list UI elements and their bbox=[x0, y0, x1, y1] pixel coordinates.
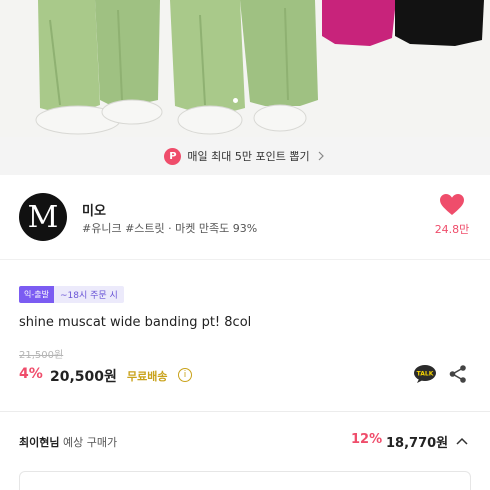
delivery-tag: 익-출발 bbox=[19, 286, 54, 303]
buyer-name: 최이현님 bbox=[19, 436, 60, 449]
discount-rate: 4% bbox=[19, 366, 43, 382]
expected-discount: 12% bbox=[351, 432, 383, 447]
points-banner-text: 매일 최대 5만 포인트 뽑기 bbox=[187, 150, 310, 163]
heart-icon bbox=[440, 194, 464, 215]
expected-price: 18,770원 bbox=[386, 436, 449, 451]
section-divider bbox=[0, 411, 490, 412]
delivery-note: ~18시 주문 시 bbox=[53, 286, 124, 303]
chevron-right-icon bbox=[318, 151, 324, 161]
seller-logo[interactable]: M bbox=[19, 193, 67, 241]
seller-tags: #유니크 #스트릿 · 마켓 만족도 93% bbox=[82, 222, 258, 235]
like-count: 24.8만 bbox=[434, 223, 470, 236]
kakao-talk-icon[interactable]: TALK bbox=[413, 364, 437, 384]
expected-price-label: 최이현님 예상 구매가 bbox=[19, 434, 117, 450]
info-icon[interactable]: i bbox=[178, 368, 192, 382]
free-shipping-label: 무료배송 bbox=[127, 370, 168, 383]
product-image[interactable] bbox=[0, 0, 490, 137]
carousel-dot-active[interactable] bbox=[233, 98, 238, 103]
seller-section: M 미오 #유니크 #스트릿 · 마켓 만족도 93% 24.8만 bbox=[0, 175, 490, 260]
share-icon[interactable] bbox=[448, 364, 468, 384]
sale-price: 20,500원 bbox=[50, 369, 117, 385]
svg-text:TALK: TALK bbox=[417, 371, 434, 378]
points-badge-icon: P bbox=[164, 147, 182, 165]
original-price: 21,500원 bbox=[19, 350, 64, 361]
like-button[interactable]: 24.8만 bbox=[430, 193, 474, 243]
product-title: shine muscat wide banding pt! 8col bbox=[19, 315, 252, 330]
points-banner[interactable]: P 매일 최대 5만 포인트 뽑기 bbox=[0, 137, 490, 175]
chevron-up-icon[interactable] bbox=[455, 434, 469, 448]
product-photo bbox=[0, 0, 490, 137]
expected-price-caption: 예상 구매가 bbox=[59, 436, 118, 449]
seller-name[interactable]: 미오 bbox=[82, 200, 106, 219]
delivery-badge: 익-출발 ~18시 주문 시 bbox=[19, 286, 124, 303]
coupon-detail-box[interactable] bbox=[19, 471, 471, 490]
